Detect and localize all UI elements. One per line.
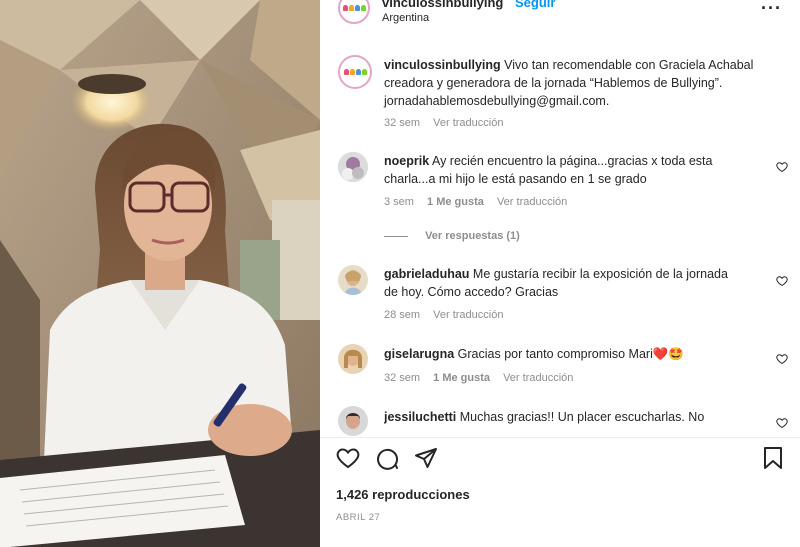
comment-avatar[interactable] (338, 406, 368, 436)
caption-translate[interactable]: Ver traducción (433, 117, 503, 129)
comment-translate[interactable]: Ver traducción (503, 372, 573, 384)
view-replies-label[interactable]: Ver respuestas (1) (425, 230, 520, 242)
comment-username[interactable]: noeprik (384, 154, 429, 168)
comment-meta: 3 sem 1 Me gusta Ver traducción (384, 196, 567, 208)
comment-item: jessiluchetti Muchas gracias!! Un placer… (384, 408, 734, 428)
comment-like-heart-icon[interactable] (776, 352, 788, 370)
comment-translate[interactable]: Ver traducción (497, 196, 567, 208)
brand-logo-icon (343, 69, 367, 75)
view-count[interactable]: 1,426 reproducciones (336, 487, 470, 502)
follow-button[interactable]: Seguir (515, 0, 555, 10)
post-panel: vinculossinbullying Seguir Argentina ···… (320, 0, 800, 547)
video-frame-image (0, 0, 320, 547)
caption: vinculossinbullying Vivo tan recomendabl… (384, 56, 754, 110)
comment-avatar[interactable] (338, 344, 368, 374)
reel-video[interactable] (0, 0, 320, 547)
caption-username[interactable]: vinculossinbullying (384, 58, 501, 72)
comment-likes[interactable]: 1 Me gusta (427, 196, 484, 208)
comment-like-heart-icon[interactable] (776, 160, 788, 178)
comment-time[interactable]: 28 sem (384, 309, 420, 321)
brand-logo-icon (342, 5, 366, 11)
comment-item: gabrieladuhau Me gustaría recibir la exp… (384, 265, 734, 301)
author-username[interactable]: vinculossinbullying (382, 0, 503, 10)
caption-time[interactable]: 32 sem (384, 117, 420, 129)
user-photo-icon (338, 406, 368, 436)
post-location[interactable]: Argentina (382, 12, 429, 24)
comment-icon[interactable] (375, 446, 399, 475)
bookmark-icon[interactable] (762, 446, 784, 475)
user-photo-icon (338, 265, 368, 295)
comment-avatar[interactable] (338, 265, 368, 295)
more-icon[interactable]: ··· (761, 0, 782, 19)
comment-item: giselarugna Gracias por tanto compromiso… (384, 345, 734, 363)
comment-likes[interactable]: 1 Me gusta (433, 372, 490, 384)
comment-text: Ay recién encuentro la página...gracias … (384, 154, 713, 186)
comment-time[interactable]: 3 sem (384, 196, 414, 208)
caption-meta: 32 sem Ver traducción (384, 117, 503, 129)
caption-avatar[interactable] (338, 55, 372, 89)
comment-avatar[interactable] (338, 152, 368, 182)
comment-username[interactable]: jessiluchetti (384, 410, 456, 424)
comment-item: noeprik Ay recién encuentro la página...… (384, 152, 734, 188)
post-date[interactable]: ABRIL 27 (336, 512, 380, 523)
replies-line (384, 235, 408, 237)
view-replies[interactable]: Ver respuestas (1) (384, 230, 520, 242)
author-avatar[interactable] (338, 0, 370, 24)
comment-time[interactable]: 32 sem (384, 372, 420, 384)
comment-like-heart-icon[interactable] (776, 274, 788, 292)
comment-username[interactable]: giselarugna (384, 347, 454, 361)
comment-username[interactable]: gabrieladuhau (384, 267, 469, 281)
comment-text: Gracias por tanto compromiso Mari❤️🤩 (457, 347, 684, 361)
user-photo-icon (338, 152, 368, 182)
heart-icon[interactable] (336, 446, 360, 475)
comment-translate[interactable]: Ver traducción (433, 309, 503, 321)
user-photo-icon (338, 344, 368, 374)
comment-meta: 28 sem Ver traducción (384, 309, 503, 321)
comment-like-heart-icon[interactable] (776, 416, 788, 434)
share-icon[interactable] (414, 446, 438, 475)
comment-meta: 32 sem 1 Me gusta Ver traducción (384, 372, 573, 384)
